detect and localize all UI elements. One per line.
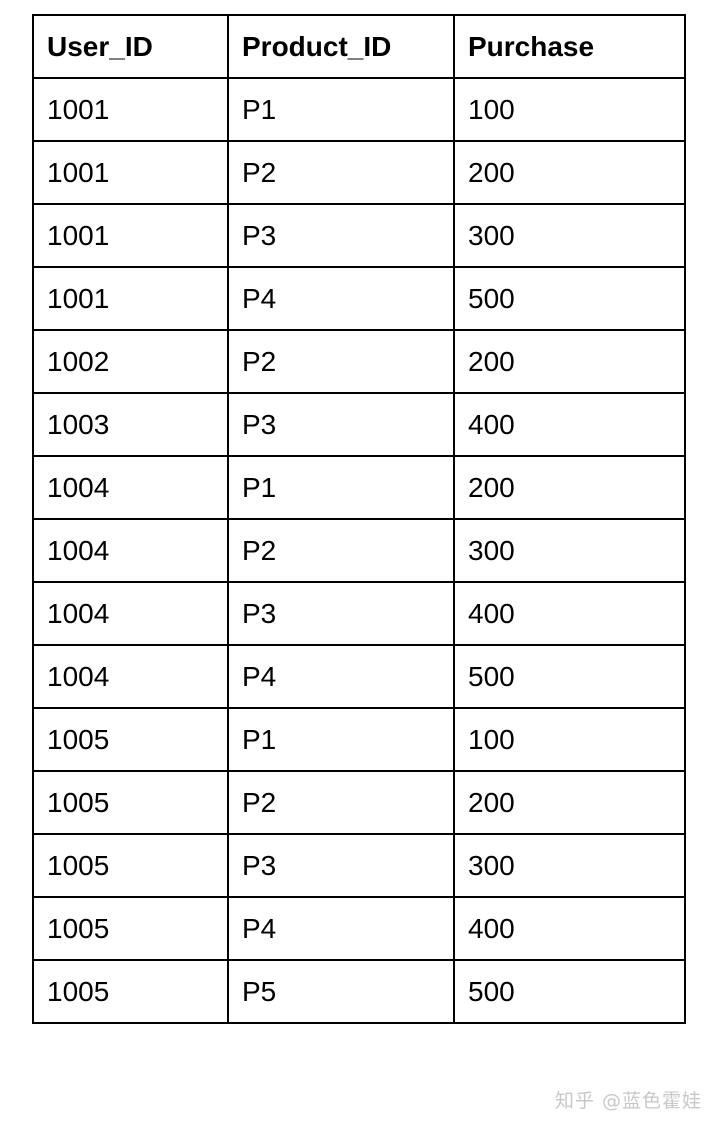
table-row: 1001 P1 100 xyxy=(32,77,686,142)
cell-user-id: 1001 xyxy=(32,77,229,142)
purchase-table: User_ID Product_ID Purchase 1001 P1 100 100… xyxy=(32,14,686,1024)
table-row: 1004 P1 200 xyxy=(32,455,686,520)
table-row: 1003 P3 400 xyxy=(32,392,686,457)
cell-purchase: 200 xyxy=(453,140,686,205)
cell-purchase: 100 xyxy=(453,707,686,772)
cell-product-id: P3 xyxy=(227,392,455,457)
cell-product-id: P2 xyxy=(227,518,455,583)
table-row: 1002 P2 200 xyxy=(32,329,686,394)
table-row: 1005 P2 200 xyxy=(32,770,686,835)
cell-purchase: 300 xyxy=(453,518,686,583)
cell-user-id: 1004 xyxy=(32,518,229,583)
cell-purchase: 400 xyxy=(453,896,686,961)
cell-user-id: 1004 xyxy=(32,455,229,520)
cell-purchase: 200 xyxy=(453,770,686,835)
cell-user-id: 1004 xyxy=(32,581,229,646)
cell-product-id: P1 xyxy=(227,707,455,772)
cell-user-id: 1002 xyxy=(32,329,229,394)
cell-product-id: P2 xyxy=(227,140,455,205)
header-row: User_ID Product_ID Purchase xyxy=(32,14,686,79)
table-body: 1001 P1 100 1001 P2 200 1001 P3 300 1001 P4 500 1002… xyxy=(32,77,686,1024)
cell-product-id: P4 xyxy=(227,266,455,331)
cell-user-id: 1005 xyxy=(32,959,229,1024)
cell-purchase: 200 xyxy=(453,329,686,394)
cell-purchase: 400 xyxy=(453,392,686,457)
cell-product-id: P4 xyxy=(227,896,455,961)
cell-purchase: 400 xyxy=(453,581,686,646)
cell-user-id: 1005 xyxy=(32,770,229,835)
cell-purchase: 300 xyxy=(453,203,686,268)
table-row: 1005 P1 100 xyxy=(32,707,686,772)
cell-user-id: 1005 xyxy=(32,896,229,961)
cell-purchase: 300 xyxy=(453,833,686,898)
cell-user-id: 1003 xyxy=(32,392,229,457)
cell-user-id: 1005 xyxy=(32,707,229,772)
cell-user-id: 1001 xyxy=(32,203,229,268)
cell-product-id: P1 xyxy=(227,455,455,520)
cell-purchase: 100 xyxy=(453,77,686,142)
header-user-id: User_ID xyxy=(32,14,229,79)
table-row: 1001 P3 300 xyxy=(32,203,686,268)
cell-product-id: P3 xyxy=(227,581,455,646)
cell-product-id: P5 xyxy=(227,959,455,1024)
cell-product-id: P3 xyxy=(227,833,455,898)
cell-product-id: P3 xyxy=(227,203,455,268)
cell-purchase: 500 xyxy=(453,644,686,709)
cell-purchase: 500 xyxy=(453,959,686,1024)
cell-purchase: 500 xyxy=(453,266,686,331)
cell-product-id: P4 xyxy=(227,644,455,709)
cell-user-id: 1001 xyxy=(32,266,229,331)
header-product-id: Product_ID xyxy=(227,14,455,79)
watermark: 知乎 @蓝色霍娃 xyxy=(554,1090,702,1112)
table-row: 1004 P2 300 xyxy=(32,518,686,583)
cell-purchase: 200 xyxy=(453,455,686,520)
table-row: 1004 P4 500 xyxy=(32,644,686,709)
table-row: 1001 P2 200 xyxy=(32,140,686,205)
table-row: 1005 P5 500 xyxy=(32,959,686,1024)
table-row: 1005 P4 400 xyxy=(32,896,686,961)
table-header: User_ID Product_ID Purchase xyxy=(32,14,686,79)
cell-product-id: P1 xyxy=(227,77,455,142)
cell-user-id: 1005 xyxy=(32,833,229,898)
cell-product-id: P2 xyxy=(227,329,455,394)
table-row: 1004 P3 400 xyxy=(32,581,686,646)
table-row: 1001 P4 500 xyxy=(32,266,686,331)
cell-product-id: P2 xyxy=(227,770,455,835)
table-row: 1005 P3 300 xyxy=(32,833,686,898)
cell-user-id: 1004 xyxy=(32,644,229,709)
cell-user-id: 1001 xyxy=(32,140,229,205)
header-purchase: Purchase xyxy=(453,14,686,79)
